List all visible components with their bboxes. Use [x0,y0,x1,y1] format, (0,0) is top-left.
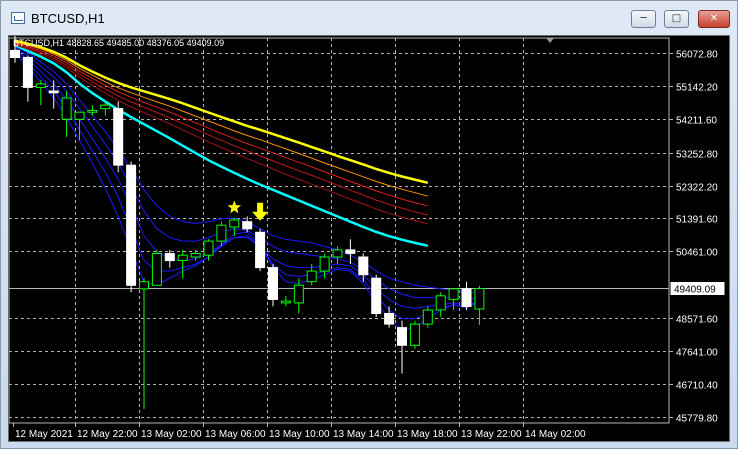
candle-body [10,49,20,58]
candle-body [371,277,382,314]
candle-body [22,56,33,88]
candle-body [409,323,420,346]
y-tick-label: 54211.60 [676,116,717,127]
ema-fast-line [14,51,480,320]
minimize-icon: ─ [640,13,647,24]
y-tick-label: 47641.00 [676,348,718,359]
candle-body [139,281,149,290]
y-tick-label: 53252.80 [676,150,718,161]
candle-body [319,256,330,272]
candle-body [190,253,201,258]
y-tick-label: 55142.20 [676,83,718,94]
ema-band-line [14,45,429,247]
candle-body [332,249,343,258]
y-tick-label: 45779.80 [676,414,718,425]
down-arrow-signal-icon [252,202,269,221]
candle-body [35,83,46,88]
ema-band-line [14,42,428,207]
chart-window-icon [11,12,25,24]
candle-body [345,249,356,254]
chart-window: BTCUSD,H1 ─ □ ✕ 56072.80 55142.20 54211.60… [0,0,738,449]
candle-body [435,295,446,311]
y-tick-label: 48571.60 [676,315,718,326]
maximize-button[interactable]: □ [664,10,689,28]
close-icon: ✕ [709,13,719,24]
window-title: BTCUSD,H1 [31,11,105,26]
chart-canvas[interactable]: 56072.80 55142.20 54211.60 53252.80 52322.20… [8,35,730,442]
candle-body [126,164,137,286]
x-tick-label: 13 May 14:00 [333,429,394,440]
candle-body [242,221,253,230]
close-button[interactable]: ✕ [698,10,730,28]
title-bar[interactable]: BTCUSD,H1 ─ □ ✕ [1,1,737,35]
candle-body [229,219,240,228]
chart-header-label: BTCUSD,H1 48828.65 49485.00 48376.05 494… [13,38,224,48]
ema-fast-line [14,46,480,293]
y-tick-label: 51391.60 [676,215,718,226]
candle-body [74,111,85,120]
candlestick-chart[interactable]: 56072.80 55142.20 54211.60 53252.80 52322.20… [9,36,729,441]
y-tick-label: 50461.00 [676,248,718,259]
candle-body [397,327,407,346]
candle-body [216,224,227,242]
y-tick-label: 56072.80 [676,50,718,61]
y-tick-label: 52322.20 [676,183,718,194]
candle-body [306,270,317,283]
candle-body [61,97,72,120]
candle-body [358,256,369,276]
x-tick-label: 13 May 22:00 [461,429,522,440]
x-tick-label: 13 May 06:00 [205,429,266,440]
x-tick-label: 14 May 02:00 [525,429,586,440]
candle-body [474,288,485,310]
candle-body [448,288,459,300]
x-tick-label: 13 May 18:00 [397,429,458,440]
candle-body [164,253,175,262]
x-tick-label: 12 May 2021 [15,429,73,440]
x-tick-label: 13 May 10:00 [269,429,330,440]
candle-body [255,231,266,269]
candle-body [100,104,111,110]
x-tick-label: 13 May 02:00 [141,429,202,440]
candle-body [113,108,124,166]
candle-body [280,300,291,304]
star-signal-icon [227,200,241,214]
candle-body [384,313,395,325]
maximize-icon: □ [671,13,682,24]
candle-body [203,240,214,256]
current-price-label: 49409.09 [674,285,716,296]
candle-body [177,254,188,261]
plot-frame [9,37,670,424]
candle-body [87,109,98,113]
minimize-button[interactable]: ─ [631,10,656,28]
x-tick-label: 12 May 22:00 [77,429,138,440]
y-tick-label: 46710.40 [676,381,718,392]
candle-body [422,309,433,325]
chart-shift-icon [546,38,554,43]
candle-body [461,288,472,308]
candle-body [151,253,162,286]
candle-body [48,90,59,94]
candle-body [293,284,304,304]
candle-body [268,267,278,300]
